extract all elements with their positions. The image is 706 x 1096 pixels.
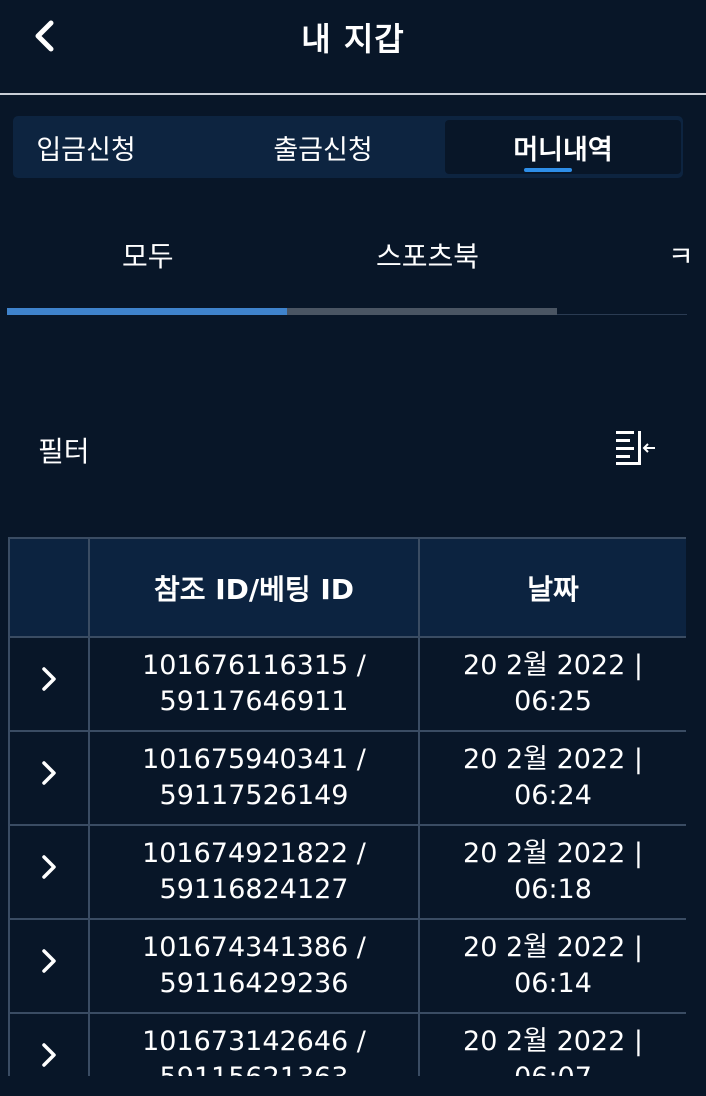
reference-id-cell: 101676116315 / 59117646911 (88, 636, 420, 732)
chevron-right-icon (42, 761, 56, 785)
table-row[interactable]: 101674341386 / 59116429236 20 2월 2022 | 06… (8, 918, 686, 1014)
bet-id: 59115621363 (90, 1060, 418, 1076)
date: 20 2월 2022 | (463, 744, 643, 775)
date-cell: 20 2월 2022 | 06:07 (418, 1012, 686, 1076)
time: 06:18 (514, 874, 592, 905)
active-segment-indicator (524, 168, 572, 172)
time: 06:24 (514, 780, 592, 811)
time: 06:14 (514, 968, 592, 999)
reference-id: 101675940341 / (142, 744, 366, 775)
date: 20 2월 2022 | (463, 650, 643, 681)
reference-id: 101674921822 / (142, 838, 366, 869)
header-expand (8, 537, 90, 638)
expand-row-button[interactable] (8, 1012, 90, 1076)
expand-row-button[interactable] (8, 918, 90, 1014)
reference-id: 101673142646 / (142, 1026, 366, 1057)
header-date: 날짜 (418, 537, 686, 638)
chevron-right-icon (42, 1043, 56, 1067)
tab-all[interactable]: 모두 (122, 235, 174, 275)
date-cell: 20 2월 2022 | 06:25 (418, 636, 686, 732)
bet-id: 59116429236 (159, 968, 349, 999)
reference-id-cell: 101673142646 / 59115621363 (88, 1012, 420, 1076)
table-row[interactable]: 101673142646 / 59115621363 20 2월 2022 | 06… (8, 1012, 686, 1076)
filter-sort-icon (616, 431, 655, 465)
segment-deposit-request[interactable]: 입금신청 (13, 116, 159, 178)
filter-button[interactable] (612, 428, 658, 468)
history-table: 참조 ID/베팅 ID 날짜 101676116315 / 59117646911… (8, 537, 686, 1076)
page-title: 내 지갑 (301, 20, 405, 58)
date: 20 2월 2022 | (463, 838, 643, 869)
active-tab-indicator (7, 308, 287, 315)
bet-id: 59117646911 (159, 686, 349, 717)
wallet-segment-control: 입금신청 출금신청 머니내역 (13, 116, 683, 178)
bet-id: 59117526149 (159, 780, 349, 811)
header-reference-id: 참조 ID/베팅 ID (88, 537, 420, 638)
filter-label: 필터 (38, 435, 90, 468)
time: 06:07 (420, 1060, 686, 1076)
segment-money-history[interactable]: 머니내역 (445, 120, 681, 174)
reference-id: 101674341386 / (142, 932, 366, 963)
reference-id-cell: 101674341386 / 59116429236 (88, 918, 420, 1014)
date-cell: 20 2월 2022 | 06:18 (418, 824, 686, 920)
table-row[interactable]: 101676116315 / 59117646911 20 2월 2022 | 06… (8, 636, 686, 732)
date: 20 2월 2022 | (463, 1026, 643, 1057)
date: 20 2월 2022 | (463, 932, 643, 963)
table-row[interactable]: 101675940341 / 59117526149 20 2월 2022 | 06… (8, 730, 686, 826)
chevron-right-icon (42, 667, 56, 691)
time: 06:25 (514, 686, 592, 717)
expand-row-button[interactable] (8, 636, 90, 732)
expand-row-button[interactable] (8, 824, 90, 920)
reference-id-cell: 101675940341 / 59117526149 (88, 730, 420, 826)
chevron-right-icon (42, 855, 56, 879)
date-cell: 20 2월 2022 | 06:24 (418, 730, 686, 826)
table-row[interactable]: 101674921822 / 59116824127 20 2월 2022 | 06… (8, 824, 686, 920)
date-cell: 20 2월 2022 | 06:14 (418, 918, 686, 1014)
tabs-scroll-indicator (7, 308, 687, 315)
chevron-right-icon (42, 949, 56, 973)
tab-casino-partial[interactable]: ㅋ (668, 235, 694, 275)
app-header: 내 지갑 (0, 0, 706, 95)
tab-sportsbook[interactable]: 스포츠북 (376, 235, 479, 275)
category-tabs: 모두 스포츠북 ㅋ (0, 225, 706, 295)
segment-withdraw-request[interactable]: 출금신청 (243, 116, 403, 178)
reference-id: 101676116315 / (142, 650, 366, 681)
expand-row-button[interactable] (8, 730, 90, 826)
bet-id: 59116824127 (159, 874, 349, 905)
reference-id-cell: 101674921822 / 59116824127 (88, 824, 420, 920)
table-header-row: 참조 ID/베팅 ID 날짜 (8, 537, 686, 638)
